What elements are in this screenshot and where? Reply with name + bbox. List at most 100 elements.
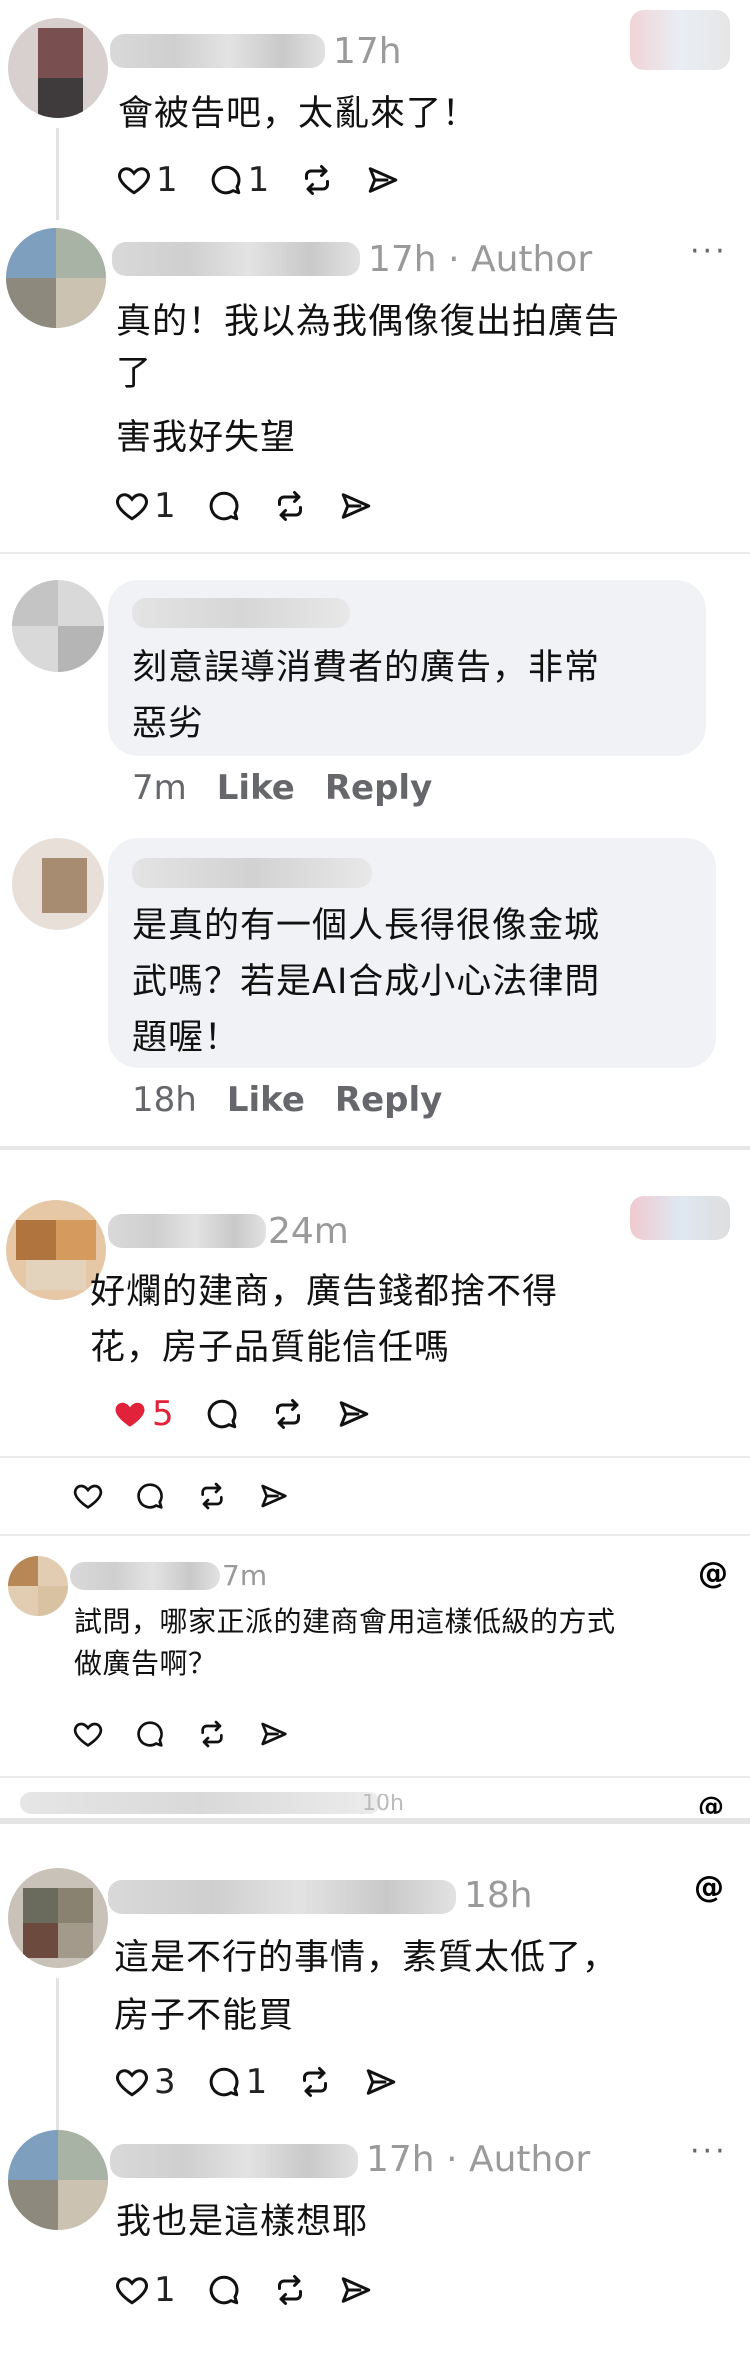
reply-link[interactable]: Reply [325,768,432,808]
threads-icon: @ [698,1556,728,1591]
comment-text-line: 房子不能買 [114,1996,295,2036]
like-button[interactable]: 1 [116,160,178,200]
reply-count: 1 [247,160,270,200]
divider [0,1456,750,1458]
comment-text-line: 真的！我以為我偶像復出拍廣告 [116,302,621,342]
share-button[interactable] [338,488,374,524]
username-blurred[interactable] [70,1562,220,1590]
repost-button[interactable] [196,1480,228,1512]
comment-text-line: 是真的有一個人長得很像金城 [132,906,601,946]
threads-icon: @ [698,1792,724,1814]
heart-icon [116,162,152,198]
divider [0,1776,750,1778]
share-button[interactable] [336,1396,372,1432]
repost-icon [272,2272,308,2308]
share-button[interactable] [258,1718,290,1750]
comment-text: 我也是這樣想耶 [116,2202,369,2242]
heart-icon [114,2272,150,2308]
reply-button[interactable] [134,1480,166,1512]
timestamp: 7m [222,1559,268,1592]
username-blurred[interactable] [132,598,350,628]
comment-text: 會被告吧，太亂來了！ [118,94,479,134]
reply-button[interactable]: 1 [208,160,270,200]
timestamp: 17h · Author [366,2139,591,2180]
username-blurred[interactable] [110,34,325,68]
comment-text-line: 害我好失望 [116,418,297,458]
avatar[interactable] [8,1868,108,1968]
comment-text-line: 這是不行的事情，素質太低了， [114,1938,619,1978]
like-count: 3 [154,2062,176,2102]
like-link[interactable]: Like [227,1080,305,1120]
username-blurred[interactable] [112,242,360,276]
action-bar: 1 [114,2268,404,2312]
username-blurred[interactable] [108,1214,266,1248]
avatar[interactable] [12,580,104,672]
avatar[interactable] [8,2130,108,2230]
share-button[interactable] [365,162,401,198]
timestamp: 18h [464,1875,533,1916]
like-button[interactable]: 5 [112,1394,174,1434]
heart-filled-icon [112,1396,148,1432]
repost-icon [299,162,335,198]
divider [0,552,750,554]
like-button[interactable] [72,1718,104,1750]
reply-count: 1 [245,2062,268,2102]
repost-icon [270,1396,306,1432]
repost-icon [272,488,308,524]
like-count: 1 [154,2270,176,2310]
repost-button[interactable] [196,1718,228,1750]
username-blurred[interactable] [108,1880,456,1914]
repost-button[interactable] [297,2064,333,2100]
comment-text-line: 試問，哪家正派的建商會用這樣低級的方式 [74,1605,616,1638]
comment-text-line: 武嗎？若是AI合成小心法律問 [132,962,601,1002]
repost-button[interactable] [299,162,335,198]
more-options-button[interactable]: ··· [690,2134,728,2169]
send-icon [258,1480,290,1512]
comment-text-line: 惡劣 [132,704,205,744]
like-button[interactable]: 1 [114,486,176,526]
share-button[interactable] [338,2272,374,2308]
comment-icon [134,1480,166,1512]
avatar[interactable] [8,18,108,118]
action-bar: 5 [112,1392,402,1436]
reply-button[interactable] [206,2272,242,2308]
action-bar: 1 [114,484,404,528]
reply-button[interactable] [206,488,242,524]
action-bar: 3 1 [114,2060,429,2104]
reply-button[interactable] [134,1718,166,1750]
timestamp: 17h [333,31,402,72]
share-button[interactable] [258,1480,290,1512]
reply-button[interactable] [204,1396,240,1432]
share-button[interactable] [363,2064,399,2100]
reply-link[interactable]: Reply [335,1080,442,1120]
repost-button[interactable] [272,488,308,524]
repost-button[interactable] [272,2272,308,2308]
comment-icon [206,488,242,524]
username-blurred[interactable] [20,1792,380,1814]
comment-icon [206,2272,242,2308]
comment-meta: 18h Like Reply [132,1080,442,1120]
thread-line [56,1978,59,2138]
send-icon [363,2064,399,2100]
like-button[interactable]: 3 [114,2062,176,2102]
more-options-button[interactable]: ··· [690,234,728,269]
like-link[interactable]: Like [217,768,295,808]
action-bar [72,1712,320,1756]
username-blurred[interactable] [132,858,372,888]
comment-text-line: 刻意誤導消費者的廣告，非常 [132,648,601,688]
divider [0,1146,750,1150]
avatar[interactable] [6,228,106,328]
reply-button[interactable]: 1 [206,2062,268,2102]
avatar[interactable] [12,838,104,930]
header-blurred-avatars [630,1196,730,1240]
like-button[interactable] [72,1480,104,1512]
like-button[interactable]: 1 [114,2270,176,2310]
username-blurred[interactable] [110,2144,358,2178]
repost-icon [196,1480,228,1512]
action-bar: 1 1 [116,158,431,202]
comment-text-line: 花，房子品質能信任嗎 [90,1328,451,1368]
send-icon [336,1396,372,1432]
repost-button[interactable] [270,1396,306,1432]
avatar[interactable] [8,1556,68,1616]
like-count: 1 [154,486,176,526]
